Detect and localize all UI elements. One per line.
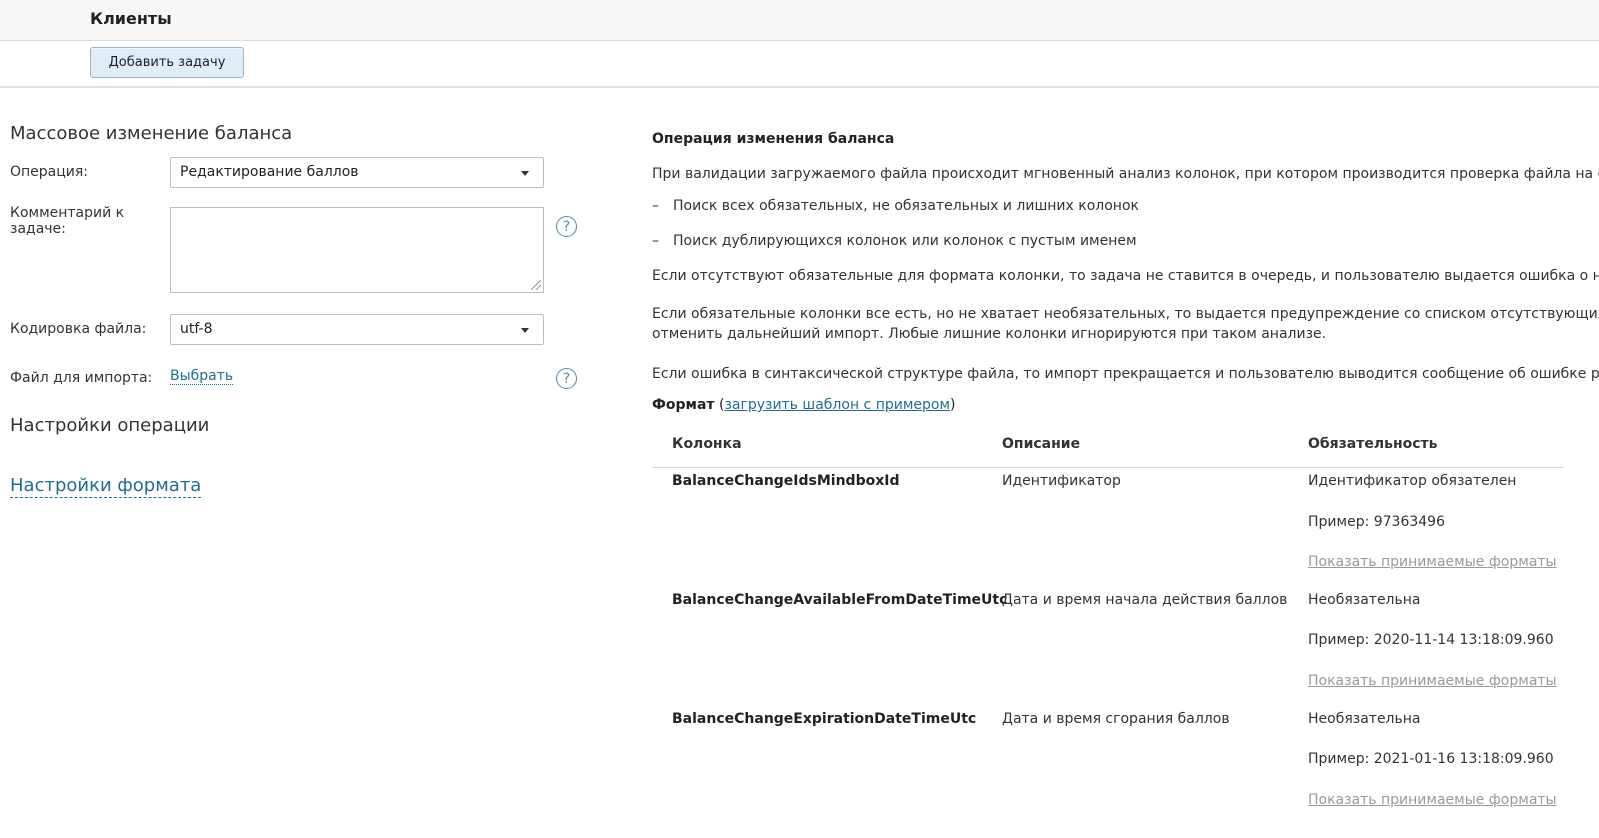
table-row-description: Дата и время сгорания баллов: [1002, 711, 1230, 727]
show-formats-link[interactable]: Показать принимаемые форматы: [1308, 673, 1557, 689]
encoding-select-value: utf-8: [180, 321, 213, 337]
info-paragraph: Если отсутствуют обязательные для формат…: [652, 268, 1599, 284]
divider: [652, 467, 1564, 468]
show-formats-link[interactable]: Показать принимаемые форматы: [1308, 554, 1557, 570]
operation-select[interactable]: Редактирование баллов: [170, 157, 544, 188]
format-label: Формат: [652, 397, 715, 413]
encoding-label: Кодировка файла:: [10, 321, 147, 337]
comment-textarea[interactable]: [170, 207, 544, 293]
table-row-requirement: Идентификатор обязателен: [1308, 473, 1517, 489]
download-template-link[interactable]: загрузить шаблон с примером: [724, 397, 950, 413]
import-file-label: Файл для импорта:: [10, 370, 153, 386]
choose-file-link[interactable]: Выбрать: [170, 368, 234, 385]
chevron-down-icon: [521, 171, 529, 176]
table-row-column-name: BalanceChangeExpirationDateTimeUtc: [672, 711, 977, 727]
resize-handle-icon[interactable]: [531, 280, 541, 290]
operation-label: Операция:: [10, 164, 89, 180]
info-paragraph: При валидации загружаемого файла происхо…: [652, 166, 1599, 182]
list-item-text: Поиск всех обязательных, не обязательных…: [673, 198, 1139, 214]
encoding-select[interactable]: utf-8: [170, 314, 544, 345]
format-settings-link[interactable]: Настройки формата: [10, 475, 202, 498]
bullet-dash: –: [652, 233, 659, 249]
help-icon[interactable]: ?: [556, 216, 577, 237]
page-title: Клиенты: [90, 9, 172, 28]
table-row-column-name: BalanceChangeIdsMindboxId: [672, 473, 900, 489]
comment-label-line1: Комментарий к: [10, 205, 125, 221]
paren-close: ): [950, 397, 956, 413]
info-panel: Операция изменения баланса При валидации…: [652, 0, 1599, 838]
table-row-description: Идентификатор: [1002, 473, 1121, 489]
info-paragraph: Если ошибка в синтаксической структуре ф…: [652, 366, 1599, 382]
list-item-text: Поиск дублирующихся колонок или колонок …: [673, 233, 1137, 249]
format-line: Формат (загрузить шаблон с примером): [652, 397, 956, 413]
table-header-column: Колонка: [672, 436, 742, 452]
comment-label-line2: задаче:: [10, 221, 66, 237]
add-task-button[interactable]: Добавить задачу: [90, 47, 244, 78]
table-row-requirement: Необязательна: [1308, 592, 1421, 608]
info-title: Операция изменения баланса: [652, 131, 895, 147]
info-paragraph-line: отменить дальнейший импорт. Любые лишние…: [652, 326, 1327, 342]
table-row-example: Пример: 2021-01-16 13:18:09.960: [1308, 751, 1554, 767]
operation-select-value: Редактирование баллов: [180, 164, 359, 180]
bullet-dash: –: [652, 198, 659, 214]
table-row-column-name: BalanceChangeAvailableFromDateTimeUtc: [672, 592, 1008, 608]
table-header-requirement: Обязательность: [1308, 436, 1438, 452]
help-icon[interactable]: ?: [556, 368, 577, 389]
table-header-description: Описание: [1002, 436, 1081, 452]
table-row-example: Пример: 97363496: [1308, 514, 1445, 530]
table-row-example: Пример: 2020-11-14 13:18:09.960: [1308, 632, 1554, 648]
show-formats-link[interactable]: Показать принимаемые форматы: [1308, 792, 1557, 808]
form-title: Массовое изменение баланса: [10, 123, 293, 144]
list-item: – Поиск всех обязательных, не обязательны…: [652, 198, 1139, 214]
table-row-description: Дата и время начала действия баллов: [1002, 592, 1288, 608]
list-item: – Поиск дублирующихся колонок или колонок…: [652, 233, 1137, 249]
operation-settings-title: Настройки операции: [10, 415, 210, 436]
comment-label: Комментарий к задаче:: [10, 205, 124, 237]
table-row-requirement: Необязательна: [1308, 711, 1421, 727]
info-paragraph-line: Если обязательные колонки все есть, но н…: [652, 306, 1599, 322]
chevron-down-icon: [521, 328, 529, 333]
